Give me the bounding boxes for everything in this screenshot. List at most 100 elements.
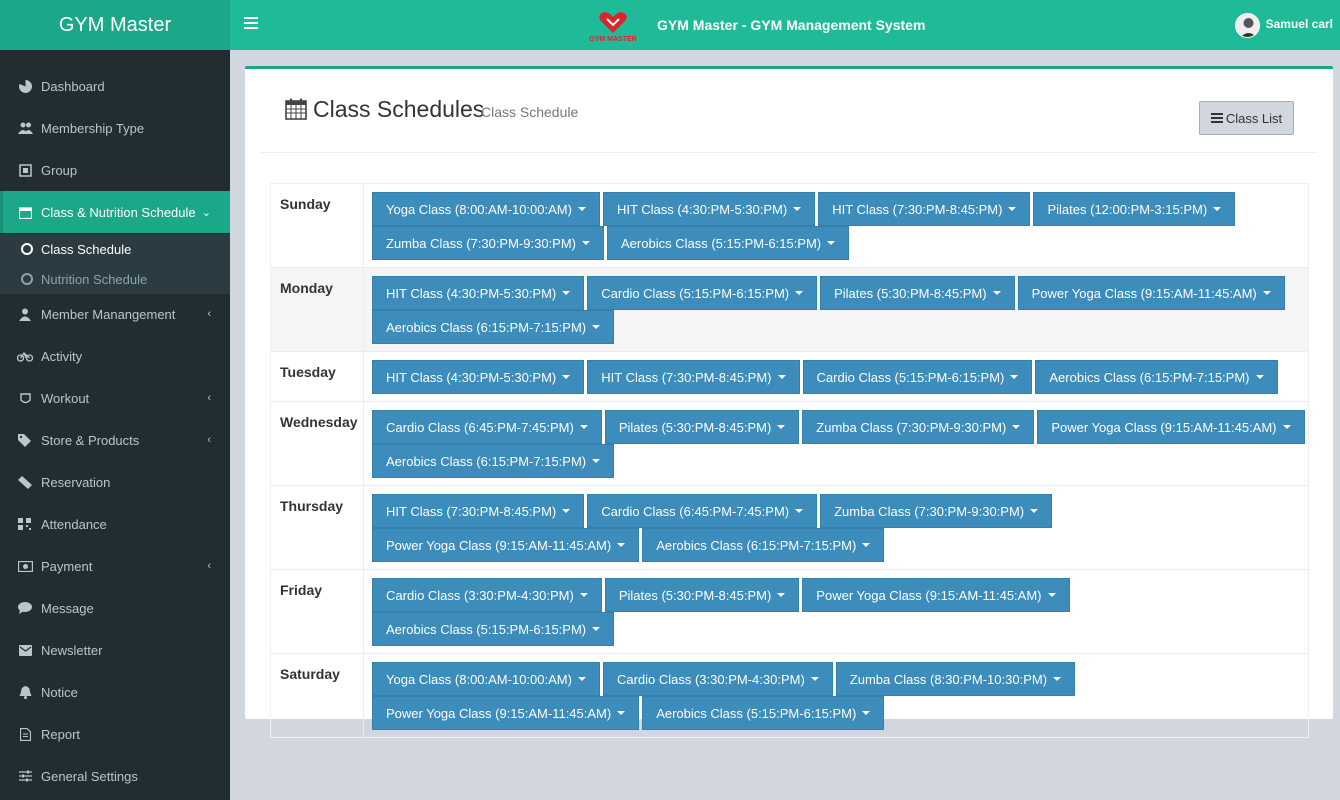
class-slots: Yoga Class (8:00:AM-10:00:AM) HIT Class (… — [364, 184, 1308, 267]
avatar[interactable] — [1235, 13, 1260, 38]
class-dropdown-label: Aerobics Class (6:15:PM-7:15:PM) — [656, 537, 857, 553]
submenu-nutrition-schedule[interactable]: Nutrition Schedule — [0, 264, 230, 294]
caret-down-icon — [1213, 207, 1222, 211]
class-dropdown-button[interactable]: Power Yoga Class (9:15:AM-11:45:AM) — [1037, 410, 1305, 444]
class-dropdown-label: Yoga Class (8:00:AM-10:00:AM) — [386, 201, 572, 217]
caret-down-icon — [795, 291, 804, 295]
class-dropdown-label: Power Yoga Class (9:15:AM-11:45:AM) — [386, 537, 612, 553]
class-dropdown-button[interactable]: HIT Class (4:30:PM-5:30:PM) — [372, 276, 585, 310]
submenu-class-schedule[interactable]: Class Schedule — [0, 234, 230, 264]
class-dropdown-button[interactable]: Power Yoga Class (9:15:AM-11:45:AM) — [372, 528, 640, 562]
class-dropdown-label: Cardio Class (6:45:PM-7:45:PM) — [386, 419, 574, 435]
class-dropdown-button[interactable]: Zumba Class (8:30:PM-10:30:PM) — [835, 662, 1076, 696]
class-dropdown-button[interactable]: HIT Class (4:30:PM-5:30:PM) — [602, 192, 816, 226]
caret-down-icon — [827, 241, 836, 245]
day-label: Sunday — [271, 184, 364, 267]
class-dropdown-label: Cardio Class (6:45:PM-7:45:PM) — [601, 503, 790, 519]
class-dropdown-button[interactable]: Power Yoga Class (9:15:AM-11:45:AM) — [372, 696, 640, 730]
submenu-label: Nutrition Schedule — [41, 271, 148, 287]
class-dropdown-button[interactable]: Aerobics Class (6:15:PM-7:15:PM) — [372, 310, 615, 344]
sidebar-item-group[interactable]: Group — [0, 149, 230, 191]
chevron-down-icon: ⌄ — [201, 206, 211, 219]
class-list-button[interactable]: Class List — [1199, 101, 1294, 135]
sidebar-item-attendance[interactable]: Attendance — [0, 503, 230, 545]
caret-down-icon — [579, 425, 588, 429]
class-dropdown-button[interactable]: Cardio Class (6:45:PM-7:45:PM) — [587, 494, 818, 528]
class-dropdown-button[interactable]: Aerobics Class (5:15:PM-6:15:PM) — [642, 696, 885, 730]
class-dropdown-label: Aerobics Class (6:15:PM-7:15:PM) — [386, 319, 587, 335]
sidebar-item-payment[interactable]: Payment ‹ — [0, 545, 230, 587]
class-dropdown-button[interactable]: Cardio Class (5:15:PM-6:15:PM) — [587, 276, 818, 310]
day-label: Thursday — [271, 486, 364, 569]
caret-down-icon — [1262, 291, 1271, 295]
class-dropdown-label: HIT Class (4:30:PM-5:30:PM) — [616, 201, 788, 217]
class-dropdown-label: HIT Class (4:30:PM-5:30:PM) — [386, 285, 557, 301]
class-dropdown-button[interactable]: Aerobics Class (5:15:PM-6:15:PM) — [372, 612, 615, 646]
sidebar-toggle-icon[interactable] — [244, 14, 258, 30]
sidebar-item-message[interactable]: Message — [0, 587, 230, 629]
class-dropdown-button[interactable]: Cardio Class (6:45:PM-7:45:PM) — [372, 410, 602, 444]
user-name[interactable]: Samuel carl — [1266, 17, 1333, 31]
class-dropdown-button[interactable]: Aerobics Class (6:15:PM-7:15:PM) — [1035, 360, 1278, 394]
caret-down-icon — [777, 375, 786, 379]
calendar-icon — [285, 98, 307, 120]
class-dropdown-button[interactable]: Pilates (5:30:PM-8:45:PM) — [604, 410, 800, 444]
sidebar-item-notice[interactable]: Notice — [0, 671, 230, 713]
caret-down-icon — [577, 207, 586, 211]
submenu-label: Class Schedule — [41, 241, 132, 257]
caret-down-icon — [1047, 593, 1056, 597]
class-dropdown-button[interactable]: Pilates (12:00:PM-3:15:PM) — [1033, 192, 1236, 226]
class-dropdown-button[interactable]: HIT Class (7:30:PM-8:45:PM) — [587, 360, 800, 394]
caret-down-icon — [592, 627, 601, 631]
class-dropdown-button[interactable]: Zumba Class (7:30:PM-9:30:PM) — [820, 494, 1053, 528]
class-list-button-label: Class List — [1225, 110, 1283, 126]
top-navbar: GYM MASTER GYM Master - GYM Management S… — [230, 0, 1340, 50]
class-dropdown-label: Power Yoga Class (9:15:AM-11:45:AM) — [386, 705, 612, 721]
class-dropdown-label: HIT Class (7:30:PM-8:45:PM) — [601, 369, 772, 385]
sidebar-item-reservation[interactable]: Reservation — [0, 461, 230, 503]
table-row: Saturday Yoga Class (8:00:AM-10:00:AM) Car… — [271, 653, 1308, 737]
class-dropdown-button[interactable]: Zumba Class (7:30:PM-9:30:PM) — [372, 226, 605, 260]
class-dropdown-button[interactable]: Pilates (5:30:PM-8:45:PM) — [604, 578, 800, 612]
class-dropdown-label: Cardio Class (3:30:PM-4:30:PM) — [616, 671, 805, 687]
caret-down-icon — [562, 375, 571, 379]
class-slots: Cardio Class (3:30:PM-4:30:PM) Pilates (5… — [364, 570, 1308, 653]
class-dropdown-button[interactable]: Pilates (5:30:PM-8:45:PM) — [820, 276, 1015, 310]
sidebar-item-workout[interactable]: Workout ‹ — [0, 377, 230, 419]
sidebar-item-label: Newsletter — [41, 642, 103, 658]
class-dropdown-button[interactable]: Cardio Class (3:30:PM-4:30:PM) — [602, 662, 833, 696]
class-dropdown-button[interactable]: Aerobics Class (5:15:PM-6:15:PM) — [607, 226, 850, 260]
class-dropdown-button[interactable]: Aerobics Class (6:15:PM-7:15:PM) — [642, 528, 885, 562]
sidebar-item-newsletter[interactable]: Newsletter — [0, 629, 230, 671]
class-dropdown-button[interactable]: Yoga Class (8:00:AM-10:00:AM) — [372, 192, 600, 226]
class-dropdown-button[interactable]: Cardio Class (5:15:PM-6:15:PM) — [802, 360, 1033, 394]
sidebar-item-label: Membership Type — [41, 120, 145, 136]
class-dropdown-button[interactable]: Aerobics Class (6:15:PM-7:15:PM) — [372, 444, 615, 478]
class-dropdown-button[interactable]: HIT Class (7:30:PM-8:45:PM) — [372, 494, 585, 528]
calendar-icon — [17, 205, 33, 219]
class-dropdown-button[interactable]: HIT Class (4:30:PM-5:30:PM) — [372, 360, 585, 394]
sidebar-item-activity[interactable]: Activity — [0, 335, 230, 377]
class-dropdown-button[interactable]: Power Yoga Class (9:15:AM-11:45:AM) — [802, 578, 1070, 612]
sidebar-item-report[interactable]: Report — [0, 713, 230, 755]
class-dropdown-button[interactable]: Yoga Class (8:00:AM-10:00:AM) — [372, 662, 600, 696]
workout-icon — [17, 391, 33, 405]
sidebar-item-store-products[interactable]: Store & Products ‹ — [0, 419, 230, 461]
sidebar-item-general-settings[interactable]: General Settings — [0, 755, 230, 797]
class-dropdown-label: Power Yoga Class (9:15:AM-11:45:AM) — [1051, 419, 1277, 435]
file-icon — [17, 727, 33, 741]
class-dropdown-button[interactable]: Cardio Class (3:30:PM-4:30:PM) — [372, 578, 602, 612]
caret-down-icon — [579, 593, 588, 597]
class-dropdown-button[interactable]: Zumba Class (7:30:PM-9:30:PM) — [802, 410, 1035, 444]
app-title: GYM Master - GYM Management System — [657, 17, 926, 33]
class-slots: Cardio Class (6:45:PM-7:45:PM) Pilates (5… — [364, 402, 1308, 485]
sidebar-item-member-management[interactable]: Member Manangement ‹ — [0, 293, 230, 335]
sidebar-item-membership-type[interactable]: Membership Type — [0, 107, 230, 149]
class-slots: HIT Class (7:30:PM-8:45:PM) Cardio Class … — [364, 486, 1308, 569]
class-dropdown-button[interactable]: Power Yoga Class (9:15:AM-11:45:AM) — [1017, 276, 1285, 310]
class-dropdown-button[interactable]: HIT Class (7:30:PM-8:45:PM) — [818, 192, 1031, 226]
brand-logo-text[interactable]: GYM Master — [0, 0, 230, 50]
sliders-icon — [17, 769, 33, 783]
sidebar-item-class-nutrition-schedule[interactable]: Class & Nutrition Schedule ⌄ — [0, 191, 230, 233]
sidebar-item-dashboard[interactable]: Dashboard — [0, 65, 230, 107]
